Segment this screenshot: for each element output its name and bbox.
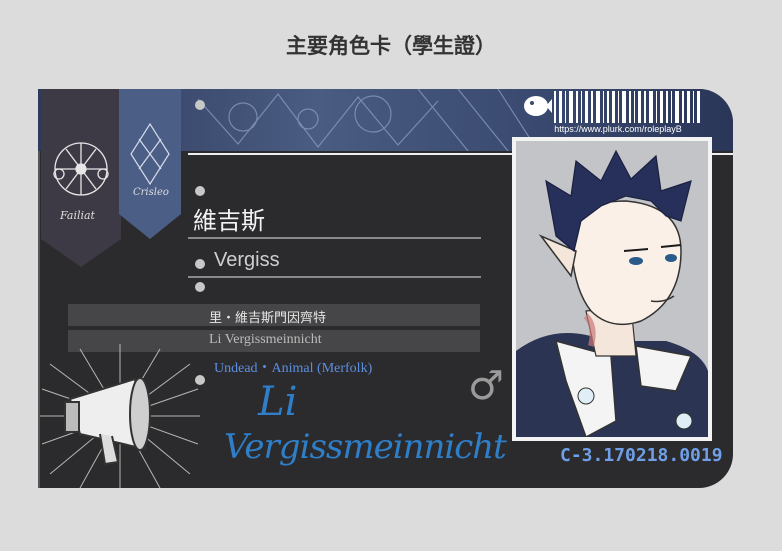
megaphone-icon	[40, 344, 200, 488]
signature-first-name: Li	[258, 379, 298, 425]
tab-right	[119, 89, 181, 239]
race-label: Undead・Animal (Merfolk)	[214, 361, 373, 376]
name-en-underline	[188, 276, 481, 278]
tab-right-label: Crisleo	[133, 187, 169, 198]
fish-logo-icon	[524, 96, 552, 116]
name-underline	[188, 237, 481, 239]
character-name-en: Vergiss	[214, 249, 280, 271]
character-name-zh: 維吉斯	[193, 207, 265, 235]
punch-hole	[195, 259, 205, 269]
punch-hole	[195, 100, 205, 110]
character-photo-frame	[512, 137, 712, 441]
student-serial-number: C-3.170218.0019	[560, 445, 723, 466]
tab-left-label: Failiat	[60, 209, 95, 222]
character-portrait	[516, 141, 708, 437]
zodiac-emblem-icon	[53, 142, 109, 196]
full-name-en: Li Vergissmeinnicht	[209, 332, 322, 347]
full-name-zh-row: 里・維吉斯門因齊特	[68, 304, 480, 326]
full-name-zh: 里・維吉斯門因齊特	[209, 311, 327, 326]
barcode-icon	[554, 91, 700, 123]
student-id-card: Failiat Crisleo https://www.plurk.com/ro…	[38, 89, 733, 488]
gender-symbol: ♂	[468, 363, 504, 409]
page-title: 主要角色卡（學生證）	[286, 34, 496, 58]
punch-hole	[195, 282, 205, 292]
plurk-url[interactable]: https://www.plurk.com/roleplayB	[543, 124, 693, 134]
tab-left	[41, 89, 121, 267]
punch-hole	[195, 186, 205, 196]
signature-last-name: Vergissmeinnicht	[224, 427, 507, 467]
